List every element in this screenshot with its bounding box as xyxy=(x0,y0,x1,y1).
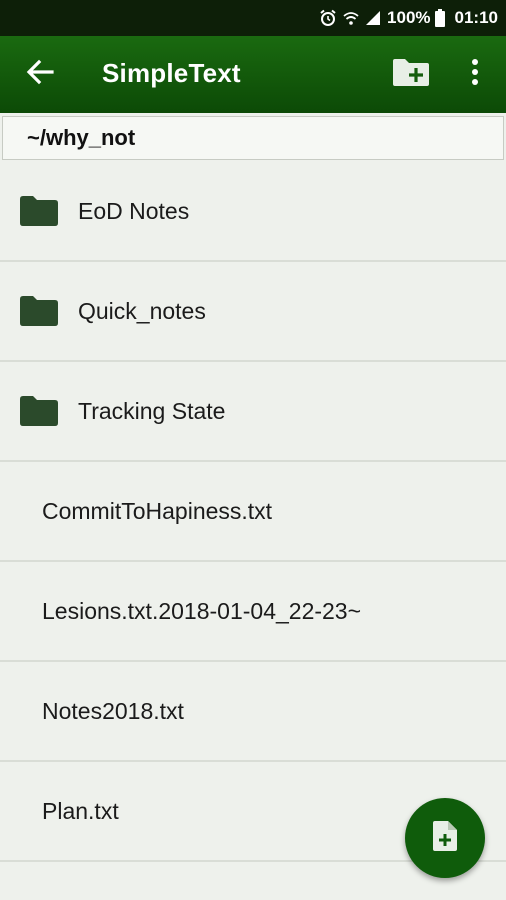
folder-name: Tracking State xyxy=(78,398,226,424)
folder-item[interactable]: EoD Notes xyxy=(0,162,506,262)
app-bar: SimpleText xyxy=(0,36,506,113)
battery-percent: 100% xyxy=(387,8,431,27)
folder-icon xyxy=(20,396,58,431)
back-button[interactable] xyxy=(22,56,58,92)
folder-icon xyxy=(20,296,58,331)
new-file-icon xyxy=(433,820,457,856)
wifi-icon xyxy=(343,10,359,26)
new-folder-icon xyxy=(391,56,431,93)
new-folder-button[interactable] xyxy=(390,56,432,92)
back-arrow-icon xyxy=(24,56,56,93)
file-name: Lesions.txt.2018-01-04_22-23~ xyxy=(42,598,362,624)
overflow-menu-button[interactable] xyxy=(460,56,490,92)
folder-name: Quick_notes xyxy=(78,298,206,324)
folder-icon xyxy=(20,196,58,231)
status-time: 01:10 xyxy=(454,8,498,27)
status-bar: 100% 01:10 xyxy=(0,0,506,36)
file-name: Notes2018.txt xyxy=(42,698,184,724)
file-list: EoD Notes Quick_notes Tracking State Com… xyxy=(0,162,506,862)
signal-icon xyxy=(365,10,381,26)
file-name: Plan.txt xyxy=(42,798,119,824)
app-title: SimpleText xyxy=(102,58,241,88)
folder-item[interactable]: Quick_notes xyxy=(0,262,506,362)
file-item[interactable]: Lesions.txt.2018-01-04_22-23~ xyxy=(0,562,506,662)
file-item[interactable]: Notes2018.txt xyxy=(0,662,506,762)
folder-item[interactable]: Tracking State xyxy=(0,362,506,462)
folder-name: EoD Notes xyxy=(78,198,190,224)
file-item[interactable]: CommitToHapiness.txt xyxy=(0,462,506,562)
overflow-menu-icon xyxy=(471,58,479,90)
battery-icon xyxy=(434,9,445,27)
current-path: ~/why_not xyxy=(2,116,504,160)
alarm-icon xyxy=(319,9,337,27)
file-name: CommitToHapiness.txt xyxy=(42,498,273,524)
new-file-fab[interactable] xyxy=(405,798,485,878)
